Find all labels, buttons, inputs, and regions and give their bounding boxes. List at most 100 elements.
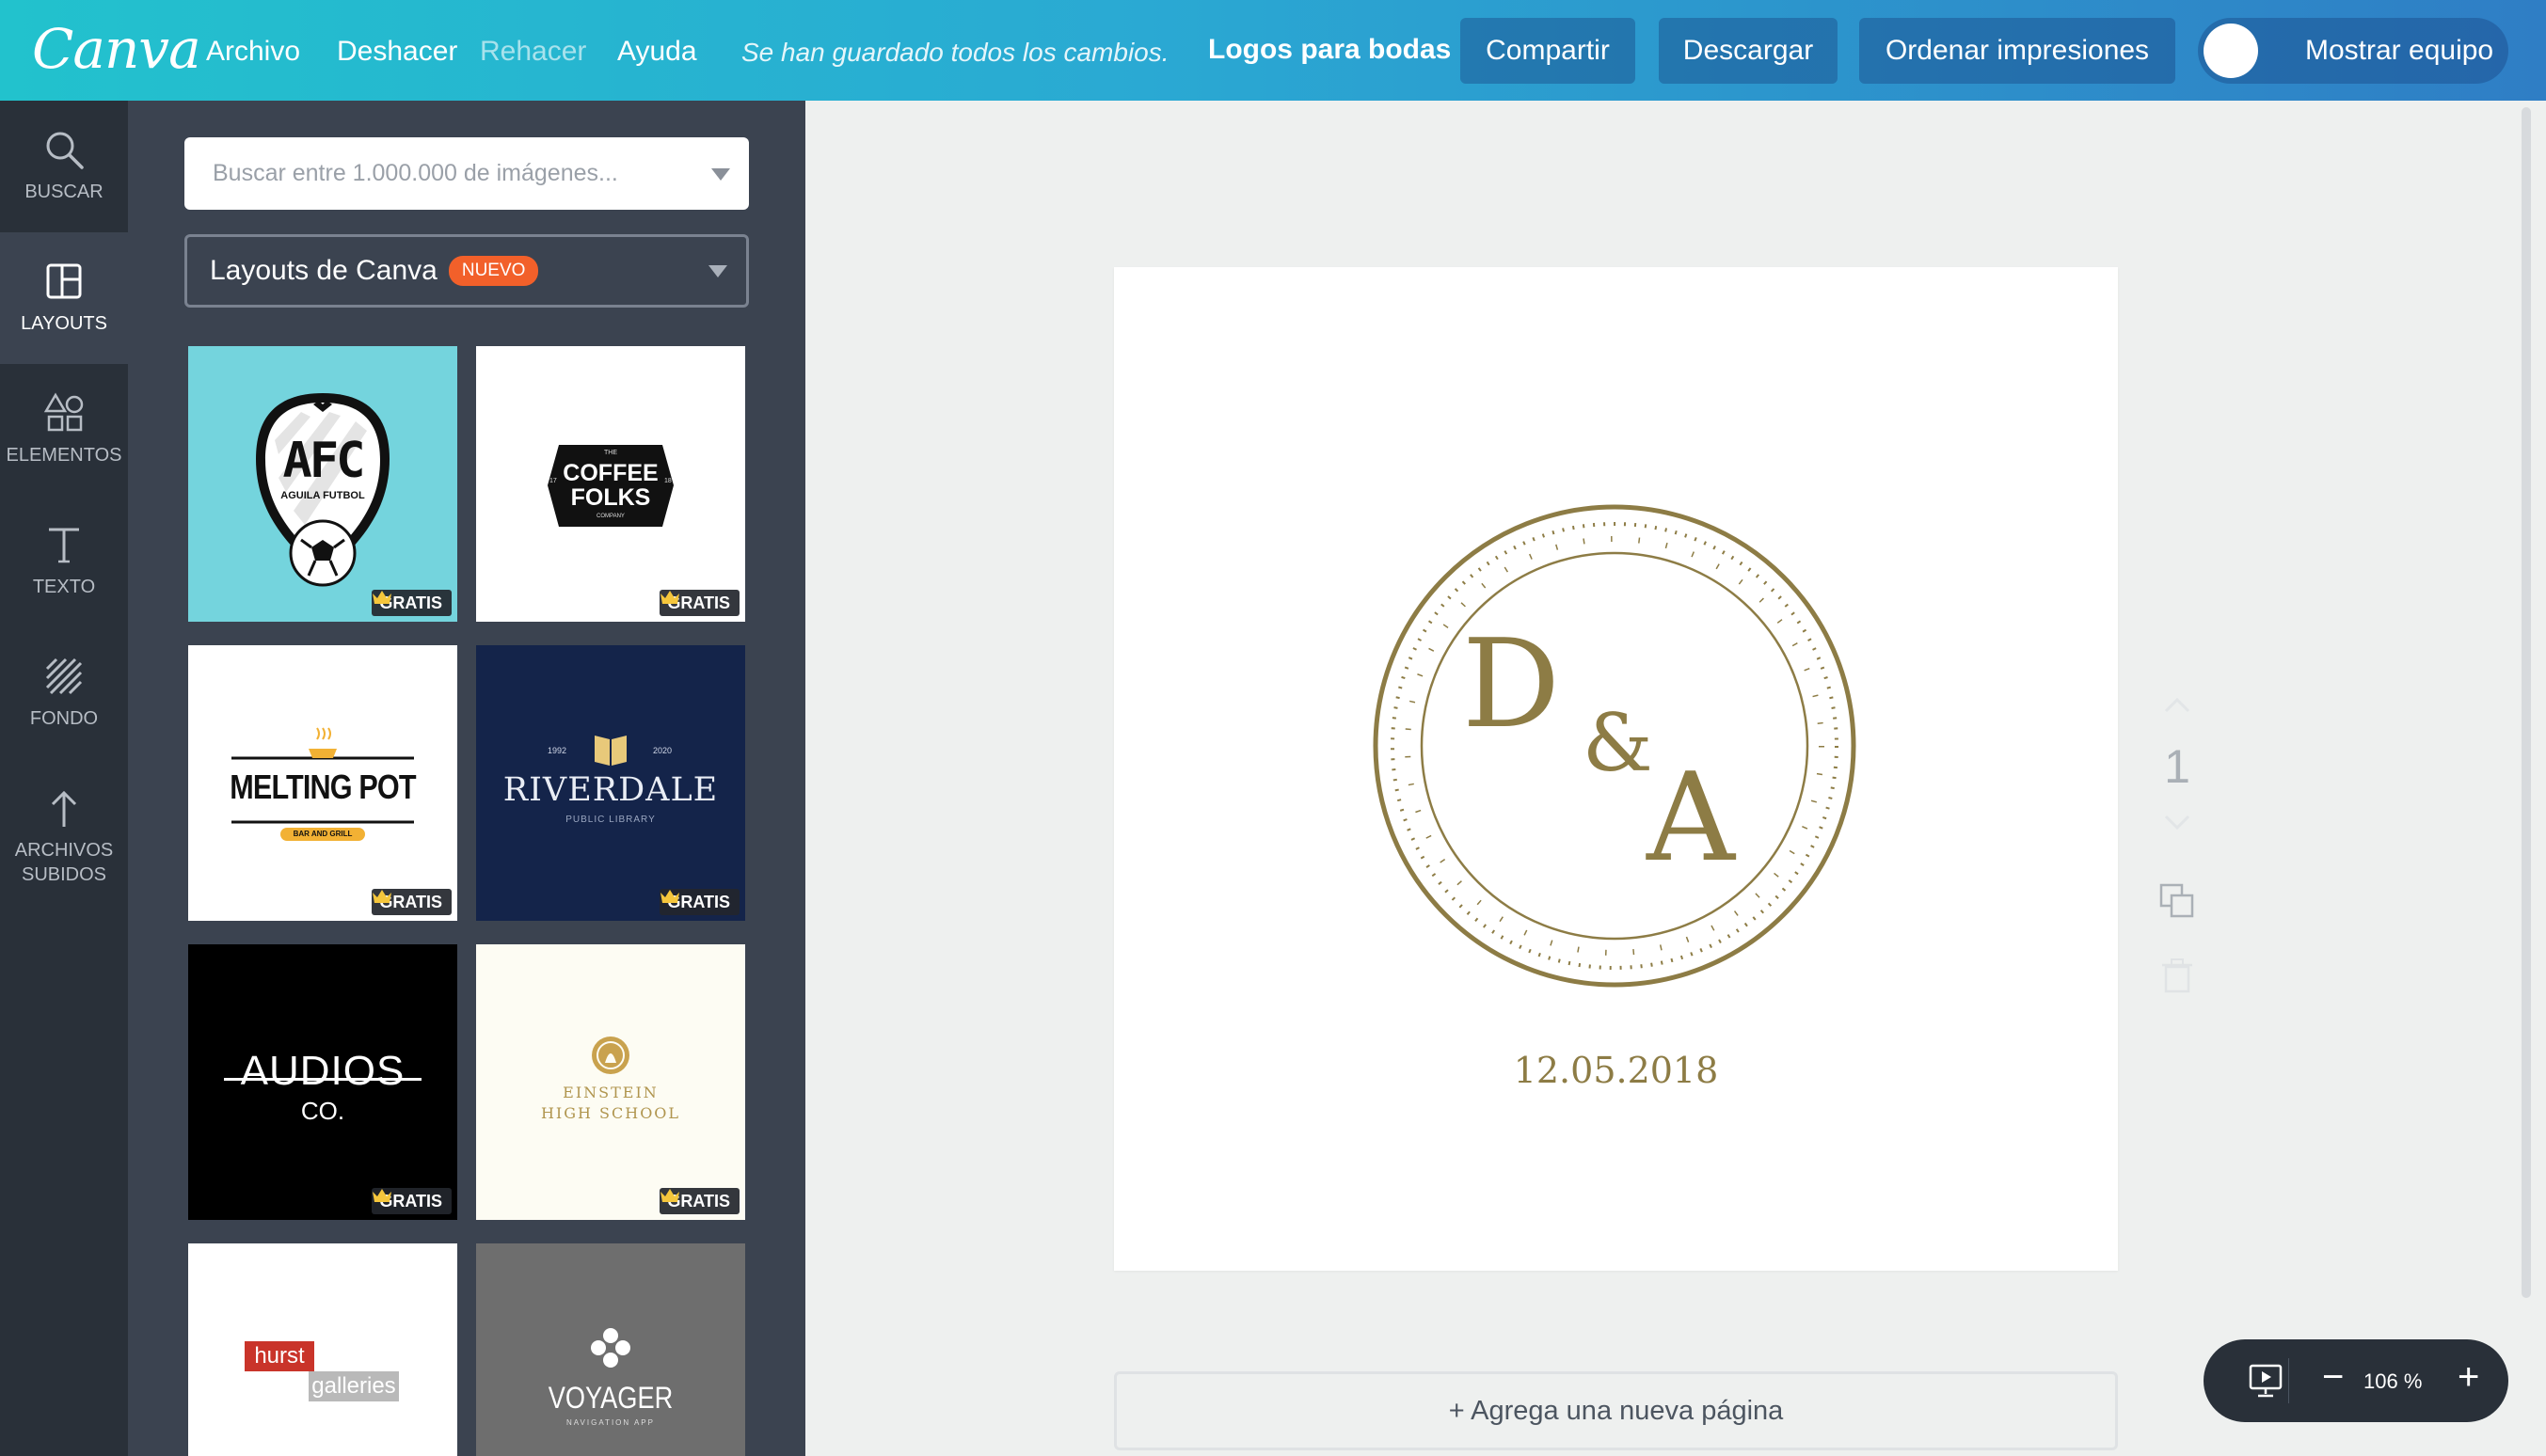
layout-tile-einstein[interactable]: EINSTEIN HIGH SCHOOL GRATIS [476,944,745,1220]
voyager-title: VOYAGER [548,1381,674,1415]
hurst-word: hurst [245,1341,314,1371]
toggle-knob [2204,24,2258,78]
trash-icon[interactable] [2160,957,2194,995]
chevron-down-icon[interactable] [2162,813,2192,831]
coffee-year-left: 17 [549,478,557,484]
rail-layouts[interactable]: LAYOUTS [0,232,128,364]
layout-source-dropdown[interactable]: Layouts de Canva NUEVO [184,234,749,308]
rail-label: TEXTO [32,577,96,597]
layouts-icon [46,263,82,299]
coffee-company: COMPANY [597,514,625,519]
new-badge: NUEVO [448,256,539,286]
galleries-word: galleries [309,1371,399,1401]
melting-pot-subtitle: BAR AND GRILL [293,830,353,838]
zoom-out-button[interactable]: − [2322,1356,2344,1399]
rail-fondo[interactable]: FONDO [0,627,128,759]
riverdale-year-right: 2020 [653,746,673,755]
melting-pot-title: MELTING POT [230,768,416,806]
download-button[interactable]: Descargar [1659,18,1838,84]
riverdale-title: RIVERDALE [502,771,719,809]
menu-deshacer[interactable]: Deshacer [337,36,457,68]
voyager-subtitle: NAVIGATION APP [566,1418,655,1427]
coffee-line1: COFFEE [563,460,659,486]
rail-label: LAYOUTS [21,313,107,334]
audios-title: AUDIOS [240,1048,406,1094]
afc-subtitle: AGUILA FUTBOL [280,490,365,501]
wedding-date[interactable]: 12.05.2018 [1114,1050,2118,1091]
rail-label: ELEMENTOS [6,445,122,466]
rail-label: BUSCAR [24,182,103,202]
show-team-label: Mostrar equipo [2305,35,2494,66]
rail-texto[interactable]: TEXTO [0,496,128,627]
layout-tile-coffee-folks[interactable]: THE COFFEE FOLKS 17 18 COMPANY GRATIS [476,346,745,622]
save-status: Se han guardado todos los cambios. [741,38,1170,67]
free-badge: GRATIS [372,889,452,915]
layouts-panel: Layouts de Canva NUEVO AFC AGUILA FUTBOL… [128,101,805,1456]
menu-ayuda[interactable]: Ayuda [617,36,697,68]
coffee-line2: FOLKS [570,484,651,511]
design-page[interactable]: D & A 12.05.2018 [1114,267,2118,1271]
text-icon [49,528,79,563]
free-badge: GRATIS [660,590,740,616]
crown-icon [373,890,392,903]
free-badge: GRATIS [372,590,452,616]
canva-logo[interactable]: Canva [32,17,201,81]
einstein-line1: EINSTEIN [563,1084,659,1101]
menu-archivo[interactable]: Archivo [206,36,300,68]
free-badge: GRATIS [660,889,740,915]
document-title[interactable]: Logos para bodas [1208,34,1451,66]
crown-icon [660,890,680,903]
audios-subtitle: CO. [300,1097,345,1125]
rail-label: FONDO [29,708,99,729]
chevron-down-icon[interactable] [711,168,730,181]
audios-strike-line [224,1078,422,1081]
divider [2288,1358,2289,1403]
add-page-button[interactable]: + Agrega una nueva página [1114,1371,2118,1450]
dropdown-label: Layouts de Canva [210,255,438,286]
image-search-input[interactable] [184,137,749,210]
monogram-initial-d[interactable]: D [1462,623,1560,745]
layout-tile-audios[interactable]: AUDIOS CO. GRATIS [188,944,457,1220]
left-rail: BUSCAR LAYOUTS ELEMENTOS TEXTO FONDO ARC… [0,101,128,1456]
monogram-ampersand[interactable]: & [1583,704,1653,783]
coffee-the: THE [604,450,617,456]
rail-elementos[interactable]: ELEMENTOS [0,364,128,496]
zoom-controls: − 106 % + [2204,1339,2508,1422]
crown-icon [373,591,392,604]
layout-tile-voyager[interactable]: VOYAGER NAVIGATION APP [476,1243,745,1456]
monogram-initial-a[interactable]: A [1647,756,1735,878]
vertical-scrollbar[interactable] [2522,107,2531,1298]
background-icon [45,657,83,695]
crown-icon [373,1189,392,1202]
layout-tile-melting-pot[interactable]: MELTING POT BAR AND GRILL GRATIS [188,645,457,921]
upload-icon [51,790,77,827]
school-emblem-icon [592,1037,629,1074]
page-number: 1 [2164,740,2190,793]
riverdale-year-left: 1992 [548,746,567,755]
crown-icon [660,1189,680,1202]
zoom-level[interactable]: 106 % [2363,1369,2422,1394]
present-icon[interactable] [2247,1362,2284,1400]
zoom-in-button[interactable]: + [2458,1356,2479,1399]
rail-buscar[interactable]: BUSCAR [0,101,128,232]
afc-title: AFC [282,433,366,489]
top-bar: Canva Archivo Deshacer Rehacer Ayuda Se … [0,0,2546,101]
show-team-toggle[interactable]: Mostrar equipo [2198,18,2508,84]
layout-tile-hurst[interactable]: hurst galleries [188,1243,457,1456]
duplicate-page-icon[interactable] [2158,882,2196,920]
share-button[interactable]: Compartir [1460,18,1635,84]
layout-tile-riverdale[interactable]: 1992 2020 RIVERDALE PUBLIC LIBRARY GRATI… [476,645,745,921]
search-icon [46,132,84,169]
free-badge: GRATIS [372,1188,452,1214]
free-badge: GRATIS [660,1188,740,1214]
layout-tile-afc[interactable]: AFC AGUILA FUTBOL GRATIS [188,346,457,622]
chevron-up-icon[interactable] [2162,696,2192,715]
shapes-icon [43,392,84,432]
riverdale-subtitle: PUBLIC LIBRARY [565,815,656,825]
order-prints-button[interactable]: Ordenar impresiones [1859,18,2175,84]
menu-rehacer[interactable]: Rehacer [480,36,586,68]
rail-label: ARCHIVOS SUBIDOS [14,840,114,885]
einstein-line2: HIGH SCHOOL [540,1104,681,1122]
rail-archivos[interactable]: ARCHIVOS SUBIDOS [0,759,128,910]
coffee-year-right: 18 [664,478,672,484]
